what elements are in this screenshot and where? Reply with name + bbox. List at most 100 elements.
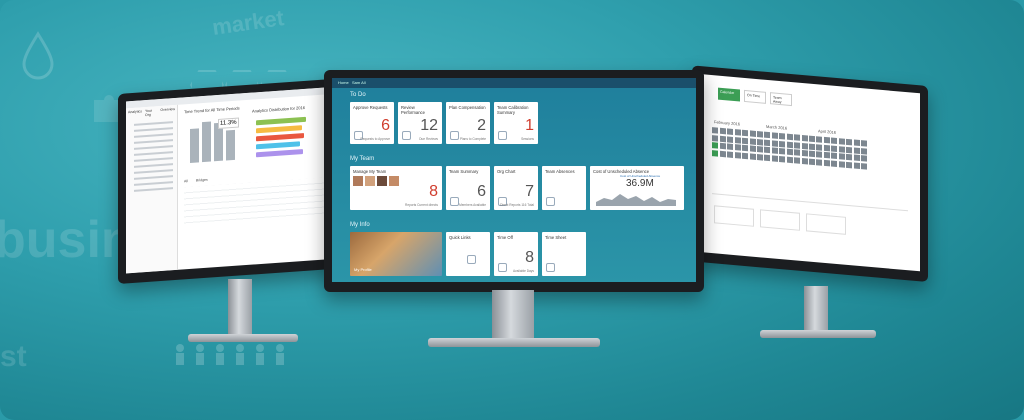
marketing-banner: market busine st Analytics Your Org Over… [0, 0, 1024, 420]
area-sparkline [596, 194, 676, 206]
tile-value: 6 [381, 117, 390, 134]
tile-value: 8 [525, 249, 534, 266]
tile-value: 6 [477, 183, 486, 200]
tile-sub: Reports Current directs [405, 203, 438, 207]
section-my-info: My Info [350, 222, 370, 228]
bg-word-market: market [210, 5, 286, 40]
tile-sub: Requests to Approve [360, 137, 390, 141]
calendar-month[interactable] [816, 136, 867, 170]
tile-sub: Plans to Complete [459, 137, 486, 141]
tile-time-sheet[interactable]: Time Sheet [542, 232, 586, 276]
tab-team-away[interactable]: Team Away [770, 92, 792, 107]
tile-title: My Profile [354, 267, 372, 272]
tile-title: Plan Compensation [449, 105, 486, 110]
tab-overview[interactable]: Overview [160, 107, 175, 116]
dist-bar [256, 149, 303, 158]
tile-title: Quick Links [449, 235, 471, 240]
document-icon [402, 131, 411, 140]
left-monitor: Analytics Your Org Overview Time Trend f… [118, 78, 340, 350]
center-screen: Home Sam All To Do Approve Requests 6 Re… [332, 78, 696, 282]
center-stand [492, 290, 534, 342]
drop-icon [22, 31, 54, 80]
tile-plan-compensation[interactable]: Plan Compensation 2 Plans to Complete [446, 102, 490, 144]
tile-quick-links[interactable]: Quick Links [446, 232, 490, 276]
month-label: April 2016 [818, 128, 837, 135]
tile-sub: Members Available [459, 203, 486, 207]
left-foot [188, 334, 298, 342]
tile-title: Manage My Team [353, 169, 387, 174]
month-label: February 2016 [714, 119, 741, 127]
left-stand [228, 279, 252, 335]
trend-chart: 11.3% [186, 115, 246, 163]
nav-home[interactable]: Home [338, 80, 349, 85]
tile-my-profile[interactable]: My Profile [350, 232, 442, 276]
tile-value: 36.9M [626, 178, 654, 189]
chart-icon [498, 131, 507, 140]
tab-calendar[interactable]: Calendar [718, 87, 740, 102]
chart-title: Time Trend for All Time Periods [184, 105, 240, 115]
tile-approve-requests[interactable]: Approve Requests 6 Requests to Approve [350, 102, 394, 144]
calendar-month[interactable] [764, 131, 815, 165]
tile-sub: Due Reviews [419, 137, 438, 141]
tile-title: Review Performance [401, 105, 425, 115]
link-icon [467, 255, 476, 264]
center-monitor: Home Sam All To Do Approve Requests 6 Re… [324, 70, 704, 350]
tile-cost-unscheduled-absence[interactable]: Cost of Unscheduled Absence Cost of Unsc… [590, 166, 684, 210]
dist-bar [256, 141, 300, 150]
left-sidebar: Analytics Your Org Overview [126, 104, 178, 274]
data-table [184, 177, 326, 228]
center-foot [428, 338, 600, 347]
info-box [806, 213, 846, 235]
tile-title: Approve Requests [353, 105, 388, 110]
tile-value: 2 [477, 117, 486, 134]
tile-sub: Sessions [521, 137, 534, 141]
clock-icon [546, 263, 555, 272]
trend-bar [190, 128, 199, 163]
dist-title: Analytics Distribution for 2016 [252, 104, 305, 114]
info-box [714, 205, 754, 227]
tile-title: Team Absences [545, 169, 575, 174]
people-icon [450, 197, 459, 206]
trend-bar [202, 121, 211, 163]
tile-team-summary[interactable]: Team Summary 6 Members Available [446, 166, 490, 210]
right-screen: Calendar On Time Team Away February 2016… [700, 74, 920, 272]
tile-value: 7 [525, 183, 534, 200]
section-todo: To Do [350, 92, 366, 98]
calendar-icon [498, 263, 507, 272]
filter-bridges[interactable]: Bridges [196, 178, 208, 183]
team-photos [353, 176, 399, 186]
dist-bar [256, 125, 302, 134]
month-label: March 2016 [766, 123, 788, 131]
tile-org-chart[interactable]: Org Chart 7 Direct Reports 116 Total [494, 166, 538, 210]
right-monitor: Calendar On Time Team Away February 2016… [692, 65, 932, 346]
top-bar: Home Sam All [332, 78, 696, 88]
tile-title: Team Summary [449, 169, 479, 174]
tile-title: Org Chart [497, 169, 516, 174]
tab-on-time[interactable]: On Time [744, 89, 766, 104]
dist-bar [256, 116, 306, 126]
tile-manage-my-team[interactable]: Manage My Team 8 Reports Current directs [350, 166, 442, 210]
tile-team-absences[interactable]: Team Absences [542, 166, 586, 210]
trend-bar [226, 129, 235, 161]
people-icon [450, 131, 459, 140]
tab-analytics[interactable]: Analytics [128, 109, 142, 118]
nav-user[interactable]: Sam All [352, 80, 366, 85]
calendar-icon [546, 197, 555, 206]
tile-sub: Direct Reports 116 Total [500, 203, 534, 207]
section-my-team: My Team [350, 156, 375, 162]
info-box [760, 209, 800, 231]
tile-title: Team Calibration Summary [497, 105, 529, 115]
tile-team-calibration[interactable]: Team Calibration Summary 1 Sessions [494, 102, 538, 144]
bg-word-strategy: st [0, 340, 27, 373]
tile-value: 1 [525, 117, 534, 134]
calendar-month[interactable] [712, 127, 763, 161]
tile-review-performance[interactable]: Review Performance 12 Due Reviews [398, 102, 442, 144]
filter-all[interactable]: All [184, 179, 188, 183]
tile-value: 12 [420, 117, 438, 134]
tab-your-org[interactable]: Your Org [145, 108, 157, 117]
tile-sub: Available Days [512, 269, 534, 273]
tile-time-off[interactable]: Time Off 8 Available Days [494, 232, 538, 276]
tile-title: Time Off [497, 235, 513, 240]
right-foot [760, 330, 876, 338]
dist-bar [256, 132, 304, 142]
